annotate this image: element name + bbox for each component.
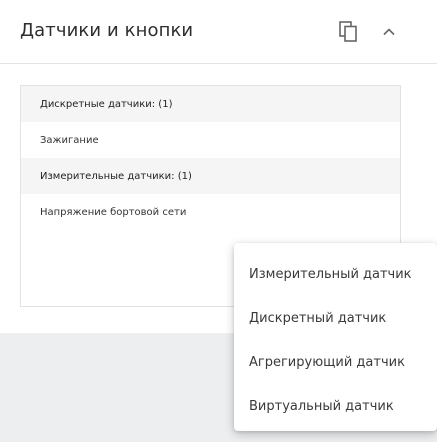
sensor-group-label: Измерительные датчики: (1): [40, 170, 192, 182]
add-sensor-menu: Измерительный датчик Дискретный датчик А…: [234, 243, 437, 431]
sensor-group-measuring[interactable]: Измерительные датчики: (1): [21, 158, 400, 194]
menu-item-discrete-sensor[interactable]: Дискретный датчик: [234, 296, 437, 340]
panel-header: Датчики и кнопки: [0, 0, 437, 64]
sensor-item-ignition[interactable]: Зажигание: [21, 122, 400, 158]
sensor-group-discrete[interactable]: Дискретные датчики: (1): [21, 86, 400, 122]
sensor-item-label: Зажигание: [40, 134, 99, 146]
chevron-up-icon: [383, 28, 395, 36]
menu-item-aggregating-sensor[interactable]: Агрегирующий датчик: [234, 340, 437, 384]
copy-icon: [339, 21, 357, 42]
menu-item-measuring-sensor[interactable]: Измерительный датчик: [234, 252, 437, 296]
sensor-item-voltage[interactable]: Напряжение бортовой сети: [21, 194, 400, 230]
sensor-item-label: Напряжение бортовой сети: [40, 206, 187, 218]
copy-button[interactable]: [336, 18, 362, 46]
collapse-button[interactable]: [376, 18, 402, 46]
sensor-group-label: Дискретные датчики: (1): [40, 98, 173, 110]
menu-item-virtual-sensor[interactable]: Виртуальный датчик: [234, 384, 437, 428]
panel-title: Датчики и кнопки: [20, 20, 194, 41]
